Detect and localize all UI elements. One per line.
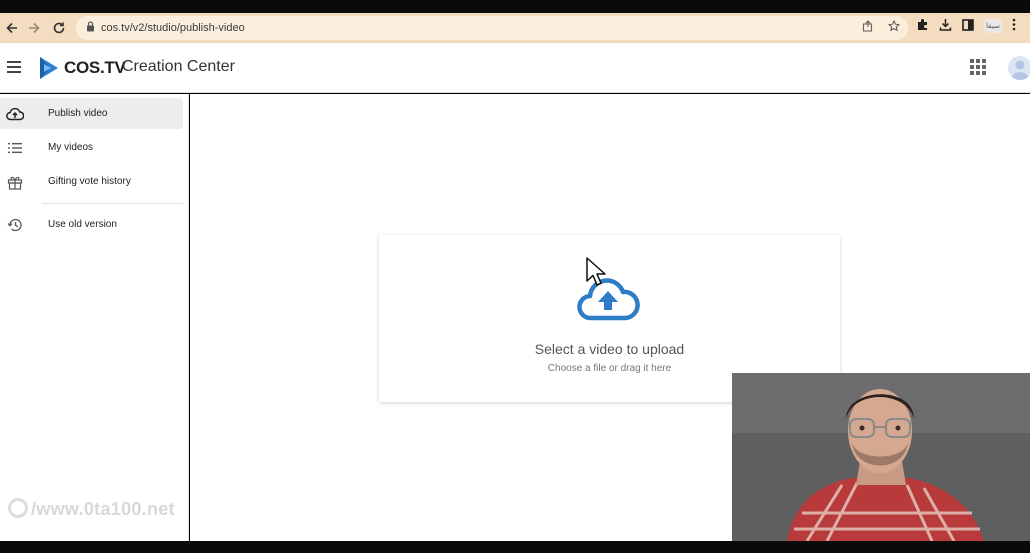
reload-icon[interactable]	[47, 16, 71, 40]
sidebar-item-label: Publish video	[48, 108, 108, 119]
brand-name[interactable]: COS.TV	[64, 58, 126, 78]
sidebar-item-my-videos[interactable]: My videos	[0, 132, 183, 163]
forward-icon[interactable]	[22, 16, 46, 40]
watermark: /www.0ta100.net	[8, 498, 175, 520]
sidebar-divider	[42, 203, 183, 204]
sidebar-item-gifting-vote-history[interactable]: Gifting vote history	[0, 166, 183, 197]
app-header: COS.TV Creation Center	[0, 43, 1030, 93]
watermark-logo-icon	[8, 498, 28, 518]
url-text: cos.tv/v2/studio/publish-video	[101, 22, 245, 34]
back-icon[interactable]	[0, 16, 24, 40]
gift-icon	[6, 173, 24, 191]
sidebar: Publish video My videos Gifting vote his…	[0, 94, 189, 541]
upload-title: Select a video to upload	[534, 341, 685, 357]
mouse-cursor-icon	[586, 257, 608, 292]
page-title: Creation Center	[122, 58, 235, 75]
watermark-text: /www.0ta100.net	[31, 499, 175, 519]
sidebar-item-label: My videos	[48, 142, 94, 153]
side-panel-icon[interactable]	[962, 18, 974, 34]
menu-dots-icon[interactable]	[1012, 18, 1016, 34]
list-icon	[6, 139, 24, 157]
star-icon[interactable]	[887, 19, 901, 35]
apps-grid-icon[interactable]	[970, 59, 986, 75]
sidebar-item-use-old-version[interactable]: Use old version	[0, 209, 183, 240]
webcam-overlay	[732, 373, 1030, 541]
lock-icon	[86, 19, 95, 37]
share-icon[interactable]	[862, 20, 874, 35]
hamburger-menu-icon[interactable]	[7, 61, 21, 76]
sidebar-item-label: Use old version	[48, 219, 117, 230]
sidebar-item-label: Gifting vote history	[48, 176, 131, 187]
download-icon[interactable]	[939, 18, 952, 34]
history-icon	[6, 216, 24, 234]
browser-toolbar: cos.tv/v2/studio/publish-video سيفا	[0, 13, 1030, 43]
sidebar-item-publish-video[interactable]: Publish video	[0, 98, 183, 129]
cloud-upload-icon	[6, 105, 24, 123]
avatar[interactable]	[1008, 56, 1030, 80]
address-bar[interactable]: cos.tv/v2/studio/publish-video	[76, 16, 908, 40]
profile-chip[interactable]: سيفا	[984, 19, 1002, 33]
cos-tv-logo-icon[interactable]	[38, 56, 60, 85]
bottom-letterbox	[0, 541, 1030, 553]
extensions-icon[interactable]	[916, 18, 929, 34]
top-letterbox	[0, 0, 1030, 13]
